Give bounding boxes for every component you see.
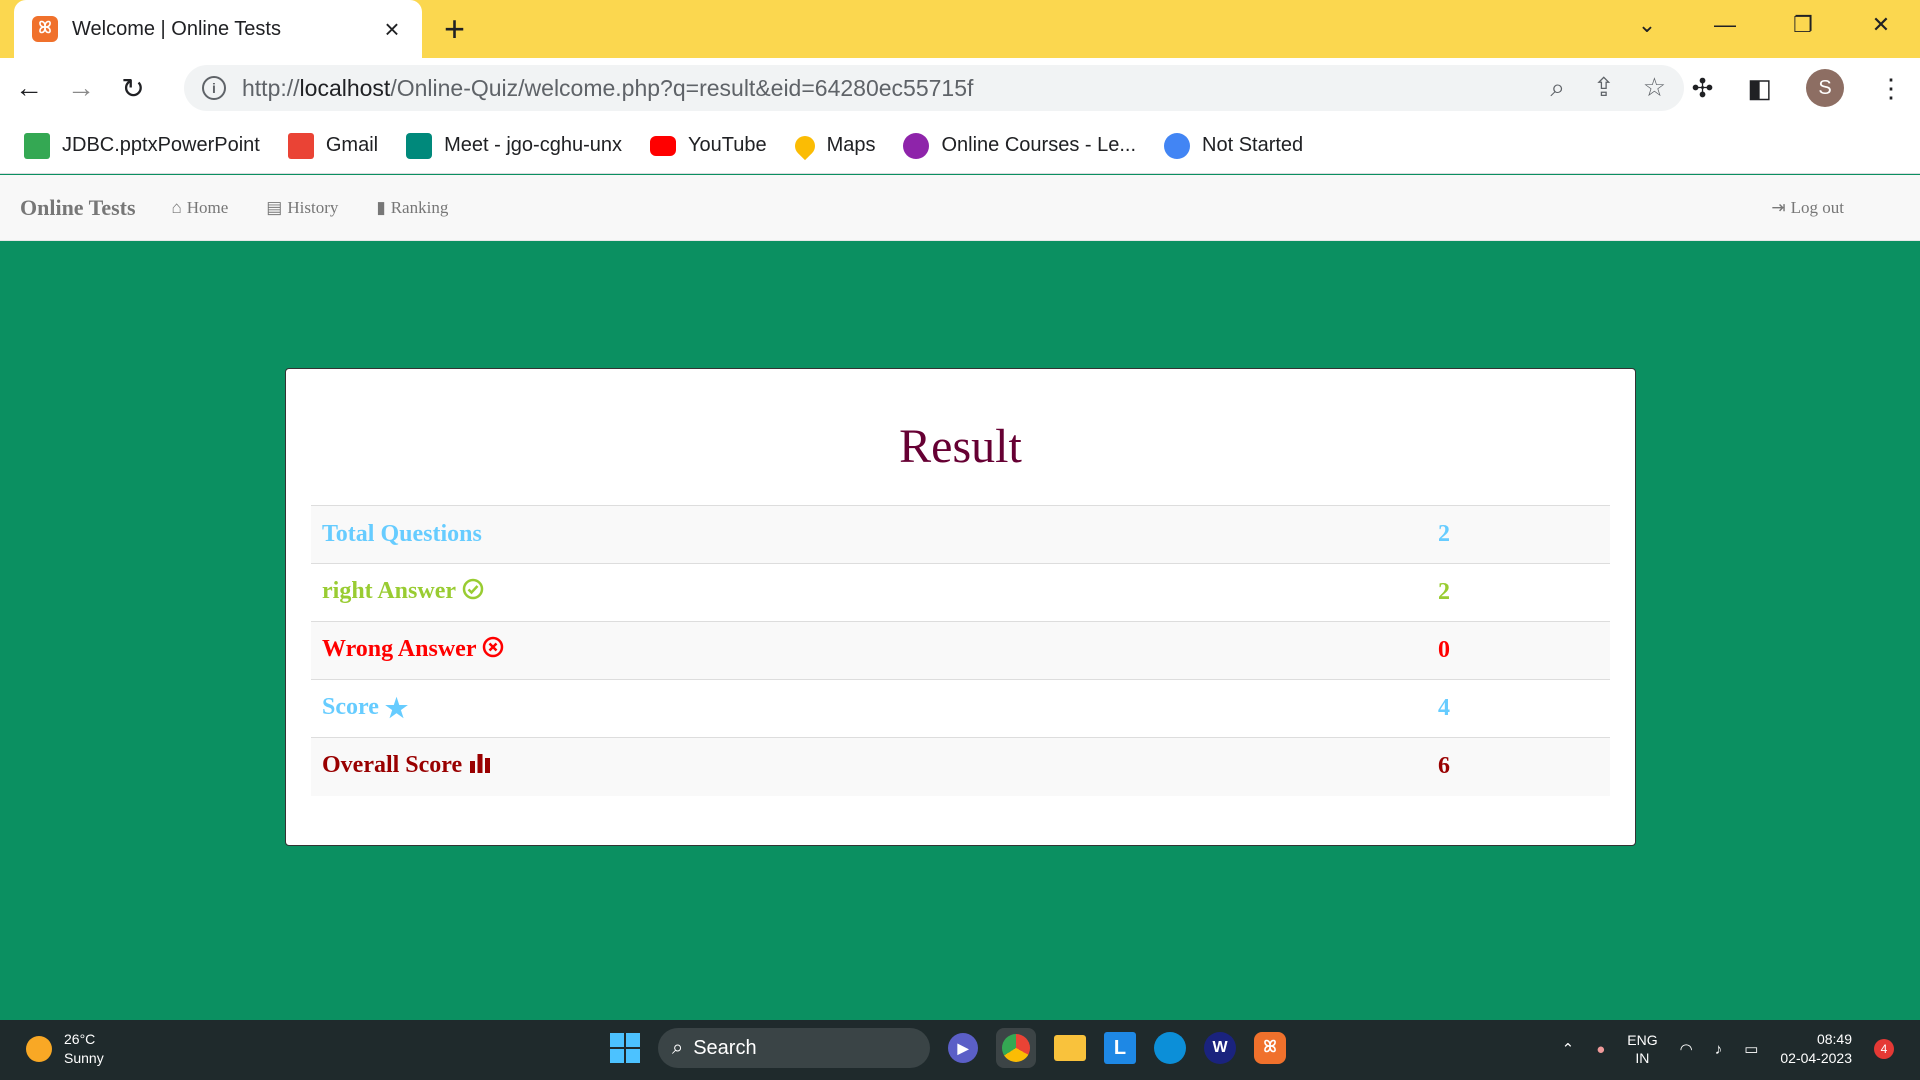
nav-history[interactable]: ▤ History: [266, 198, 338, 218]
tab-search-icon[interactable]: ⌄: [1608, 12, 1686, 38]
tab-title: Welcome | Online Tests: [72, 17, 281, 40]
bookmark-jdbc[interactable]: JDBC.pptxPowerPoint: [24, 132, 260, 159]
table-row-wrong-answer: Wrong Answer 0: [311, 621, 1610, 680]
row-label: Total Questions: [311, 505, 1438, 564]
row-value: 0: [1438, 621, 1610, 680]
row-value: 2: [1438, 563, 1610, 622]
remove-circle-icon: [482, 636, 504, 665]
menu-dots-icon[interactable]: ⋮: [1878, 73, 1904, 104]
search-icon: ⌕: [672, 1036, 684, 1059]
site-navbar: Online Tests ⌂ Home ▤ History ▮ Ranking ⇥ Lo…: [0, 175, 1920, 241]
bookmark-youtube[interactable]: YouTube: [649, 134, 767, 157]
row-label: Score ★: [311, 679, 1438, 738]
windows-start-icon[interactable]: [610, 1033, 640, 1063]
docs-icon: [1164, 132, 1191, 159]
tab-strip: ꕤ Welcome | Online Tests × + ⌄ — ❐ ✕: [0, 0, 1920, 58]
l-app-icon[interactable]: L: [1104, 1032, 1136, 1064]
wifi-icon[interactable]: ◠: [1680, 1040, 1693, 1058]
xampp-favicon-icon: ꕤ: [32, 16, 58, 42]
table-row-overall-score: Overall Score 6: [311, 737, 1610, 796]
extensions-icon[interactable]: ✣: [1692, 73, 1714, 104]
result-title: Result: [899, 420, 1022, 473]
system-tray: ⌃ ● ENG IN ◠ ♪ ▭ 08:49 02-04-2023 4: [1562, 1030, 1894, 1068]
language-indicator[interactable]: ENG IN: [1627, 1031, 1657, 1067]
forward-icon[interactable]: →: [58, 72, 104, 104]
browser-tab[interactable]: ꕤ Welcome | Online Tests ×: [14, 0, 422, 58]
nav-home[interactable]: ⌂ Home: [172, 198, 229, 218]
zoom-icon[interactable]: ⌕: [1550, 72, 1565, 104]
result-table: Total Questions 2 right Answer 2 Wrong A…: [311, 505, 1610, 796]
row-label: Wrong Answer: [311, 621, 1438, 680]
result-panel: Result Total Questions 2 right Answer 2 …: [285, 368, 1636, 846]
bookmark-meet[interactable]: Meet - jgo-cghu-unx: [406, 132, 622, 159]
row-value: 6: [1438, 737, 1610, 796]
stats-icon: ▮: [376, 197, 386, 217]
restore-icon[interactable]: ❐: [1764, 12, 1842, 38]
youtube-icon: [649, 135, 676, 156]
weather-condition: Sunny: [64, 1050, 104, 1066]
nav-logout[interactable]: ⇥ Log out: [1771, 198, 1844, 218]
site-brand[interactable]: Online Tests: [20, 195, 136, 221]
windows-taskbar: 26°C Sunny ⌕ Search ▶ L W ꕤ ⌃ ● ENG IN ◠ …: [0, 1020, 1920, 1080]
address-bar[interactable]: i http://localhost/Online-Quiz/welcome.p…: [184, 65, 1684, 111]
row-value: 4: [1438, 679, 1610, 738]
row-label: Overall Score: [311, 737, 1438, 796]
maps-pin-icon: [790, 131, 819, 160]
table-row-total-questions: Total Questions 2: [311, 505, 1610, 564]
bookmarks-bar: JDBC.pptxPowerPoint Gmail Meet - jgo-cgh…: [0, 118, 1920, 174]
profile-avatar[interactable]: S: [1806, 69, 1844, 107]
bookmark-gmail[interactable]: Gmail: [287, 132, 378, 159]
webex-icon[interactable]: W: [1204, 1032, 1236, 1064]
chrome-icon[interactable]: [996, 1028, 1036, 1068]
chevron-up-icon[interactable]: ⌃: [1562, 1040, 1575, 1058]
bookmark-maps[interactable]: Maps: [790, 131, 875, 160]
bookmark-online-courses[interactable]: Online Courses - Le...: [903, 132, 1136, 159]
clock[interactable]: 08:49 02-04-2023: [1780, 1030, 1852, 1068]
gmail-icon: [287, 132, 314, 159]
bookmark-star-icon[interactable]: ☆: [1643, 72, 1666, 104]
nav-ranking[interactable]: ▮ Ranking: [376, 198, 448, 218]
logout-icon: ⇥: [1771, 197, 1786, 217]
close-window-icon[interactable]: ✕: [1842, 12, 1920, 38]
bar-chart-icon: [468, 751, 492, 782]
courses-icon: [903, 132, 930, 159]
check-circle-icon: [462, 578, 484, 607]
table-row-right-answer: right Answer 2: [311, 563, 1610, 622]
back-icon[interactable]: ←: [6, 72, 52, 104]
drive-icon: [24, 132, 50, 159]
url-text[interactable]: http://localhost/Online-Quiz/welcome.php…: [242, 75, 1550, 102]
microphone-icon[interactable]: ●: [1596, 1041, 1605, 1058]
weather-widget[interactable]: 26°C Sunny: [26, 1030, 104, 1068]
home-icon: ⌂: [171, 197, 182, 217]
sun-icon: [26, 1036, 52, 1062]
row-label: right Answer: [311, 563, 1438, 622]
share-icon[interactable]: ⇪: [1593, 72, 1615, 104]
row-value: 2: [1438, 505, 1610, 564]
list-icon: ▤: [266, 197, 283, 217]
taskbar-search[interactable]: ⌕ Search: [658, 1028, 930, 1068]
browser-toolbar: ← → ↻ i http://localhost/Online-Quiz/wel…: [0, 58, 1920, 118]
site-info-icon[interactable]: i: [202, 76, 226, 100]
xampp-icon[interactable]: ꕤ: [1254, 1032, 1286, 1064]
volume-icon[interactable]: ♪: [1715, 1041, 1723, 1058]
file-explorer-icon[interactable]: [1054, 1035, 1086, 1061]
teams-chat-icon[interactable]: ▶: [948, 1033, 978, 1063]
notification-badge[interactable]: 4: [1874, 1039, 1894, 1059]
window-controls: ⌄ — ❐ ✕: [1608, 0, 1920, 50]
side-panel-icon[interactable]: ◧: [1747, 73, 1772, 104]
star-icon: ★: [384, 693, 409, 723]
reload-icon[interactable]: ↻: [110, 72, 156, 105]
table-row-score: Score ★ 4: [311, 679, 1610, 738]
tab-close-icon[interactable]: ×: [380, 14, 404, 45]
minimize-icon[interactable]: —: [1686, 12, 1764, 38]
meet-icon: [406, 132, 433, 159]
bookmark-not-started[interactable]: Not Started: [1164, 132, 1303, 159]
battery-icon[interactable]: ▭: [1744, 1040, 1758, 1058]
new-tab-icon[interactable]: +: [444, 10, 465, 48]
temperature: 26°C: [64, 1031, 96, 1047]
edge-icon[interactable]: [1154, 1032, 1186, 1064]
